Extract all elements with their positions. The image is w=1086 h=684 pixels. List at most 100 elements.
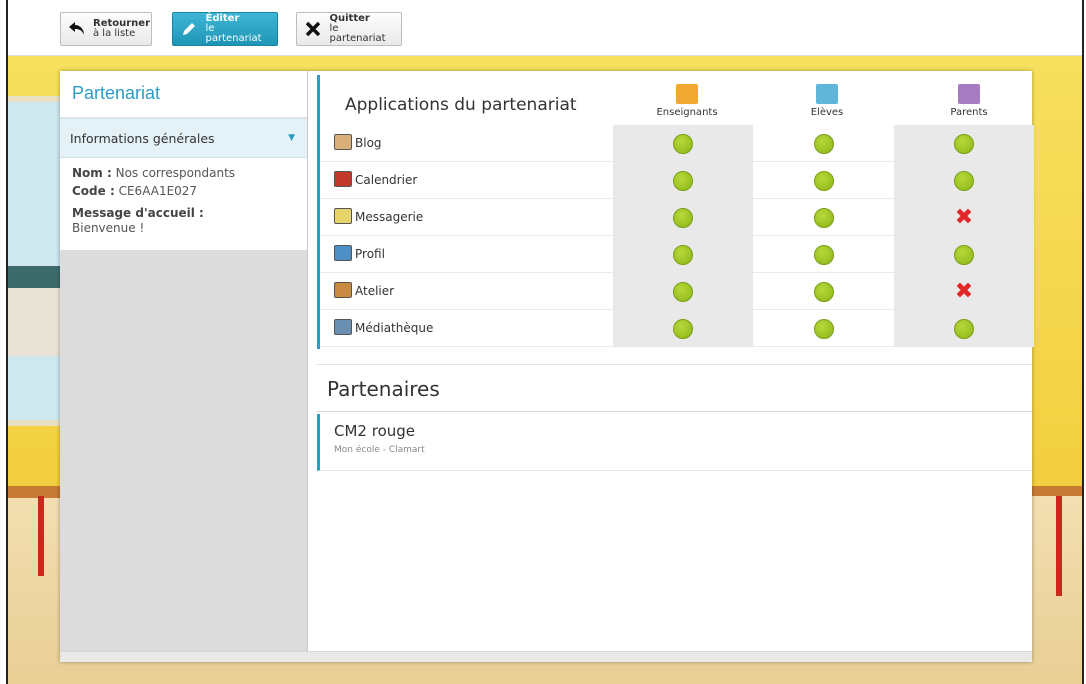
access-cell (894, 162, 1034, 199)
close-icon (303, 18, 323, 40)
access-enabled-icon[interactable] (814, 170, 834, 191)
access-enabled-icon[interactable] (673, 318, 693, 339)
back-label-2: à la liste (93, 28, 136, 39)
access-enabled-icon[interactable] (814, 281, 834, 302)
access-cell (613, 125, 753, 162)
info-block: Nom : Nos correspondants Code : CE6AA1E0… (60, 158, 307, 250)
quit-partnership-button[interactable]: Quitter le partenariat (296, 12, 402, 46)
student-icon (816, 84, 838, 104)
house-illustration (8, 266, 68, 356)
access-disabled-icon[interactable]: ✖ (955, 280, 973, 302)
access-cell: ✖ (894, 199, 1034, 236)
access-enabled-icon[interactable] (814, 318, 834, 339)
general-info-section[interactable]: Informations générales ▼ (60, 118, 307, 158)
access-enabled-icon[interactable] (954, 244, 974, 265)
app-name: Atelier (334, 282, 394, 298)
access-cell: ✖ (894, 273, 1034, 310)
access-enabled-icon[interactable] (814, 244, 834, 265)
media-library-icon (334, 319, 352, 335)
app-row-médiathèque: Médiathèque (320, 310, 1034, 347)
access-cell (754, 310, 894, 347)
message-label: Message d'accueil : (72, 206, 204, 220)
teacher-icon (676, 84, 698, 104)
quit-label-2: le partenariat (329, 23, 386, 44)
access-cell (613, 162, 753, 199)
access-enabled-icon[interactable] (673, 170, 693, 191)
app-row-messagerie: Messagerie ✖ (320, 199, 1034, 236)
access-cell (894, 236, 1034, 273)
app-row-blog: Blog (320, 125, 1034, 162)
workshop-icon (334, 282, 352, 298)
partner-school: Mon école - Clamart (334, 445, 425, 455)
code-label: Code : (72, 184, 115, 198)
column-parents-label: Parents (950, 107, 988, 118)
main-panel: Partenariat Informations générales ▼ Nom… (60, 71, 1034, 662)
column-students-label: Elèves (810, 107, 844, 118)
partner-name: CM2 rouge (334, 422, 415, 440)
parents-icon (958, 84, 980, 104)
access-cell (754, 199, 894, 236)
mail-icon (334, 208, 352, 224)
access-enabled-icon[interactable] (673, 244, 693, 265)
applications-title: Applications du partenariat (345, 95, 577, 115)
column-teachers-label: Enseignants (656, 107, 718, 118)
desk-leg (38, 496, 44, 576)
desk-right (1032, 486, 1082, 496)
access-cell (754, 125, 894, 162)
app-name: Blog (334, 134, 382, 150)
access-enabled-icon[interactable] (673, 207, 693, 228)
access-disabled-icon[interactable]: ✖ (955, 206, 973, 228)
access-enabled-icon[interactable] (814, 207, 834, 228)
edit-label-2: le partenariat (205, 23, 262, 44)
undo-arrow-icon (67, 18, 87, 40)
access-cell (613, 199, 753, 236)
app-name: Calendrier (334, 171, 417, 187)
sidebar-title: Partenariat (60, 71, 307, 118)
applications-table: Applications du partenariat Enseignants … (317, 75, 1034, 349)
edit-partnership-button[interactable]: Éditer le partenariat (172, 12, 278, 46)
calendar-icon (334, 171, 352, 187)
desk-leg (1056, 496, 1062, 596)
toolbar: Retourner à la liste Éditer le partenariat… (8, 0, 1082, 56)
column-students: Elèves (782, 84, 872, 118)
access-enabled-icon[interactable] (954, 170, 974, 191)
code-value: CE6AA1E027 (118, 184, 198, 198)
access-cell (754, 236, 894, 273)
partner-item[interactable]: CM2 rouge Mon école - Clamart (317, 414, 1032, 471)
partners-title: Partenaires (317, 364, 1032, 412)
app-label: Médiathèque (355, 321, 434, 335)
profile-icon (334, 245, 352, 261)
app-row-profil: Profil (320, 236, 1034, 273)
caret-down-icon: ▼ (288, 133, 295, 143)
message-value: Bienvenue ! (72, 221, 145, 235)
app-name: Médiathèque (334, 319, 433, 335)
access-enabled-icon[interactable] (673, 281, 693, 302)
nom-label: Nom : (72, 166, 112, 180)
access-cell (754, 162, 894, 199)
pencil-icon (179, 18, 199, 40)
column-teachers: Enseignants (642, 84, 732, 118)
app-label: Blog (355, 136, 382, 150)
access-cell (894, 310, 1034, 347)
access-enabled-icon[interactable] (954, 318, 974, 339)
app-label: Messagerie (355, 210, 424, 224)
access-enabled-icon[interactable] (673, 133, 693, 154)
back-to-list-button[interactable]: Retourner à la liste (60, 12, 152, 46)
column-parents: Parents (924, 84, 1014, 118)
access-enabled-icon[interactable] (954, 133, 974, 154)
access-enabled-icon[interactable] (814, 133, 834, 154)
access-cell (613, 310, 753, 347)
app-row-atelier: Atelier ✖ (320, 273, 1034, 310)
access-cell (894, 125, 1034, 162)
access-cell (754, 273, 894, 310)
app-row-calendrier: Calendrier (320, 162, 1034, 199)
app-label: Profil (355, 247, 385, 261)
quit-label-1: Quitter (329, 13, 370, 24)
app-name: Messagerie (334, 208, 423, 224)
app-frame: Retourner à la liste Éditer le partenariat… (6, 0, 1084, 684)
app-name: Profil (334, 245, 385, 261)
app-label: Calendrier (355, 173, 418, 187)
access-cell (613, 273, 753, 310)
blog-icon (334, 134, 352, 150)
general-info-label: Informations générales (70, 131, 215, 146)
